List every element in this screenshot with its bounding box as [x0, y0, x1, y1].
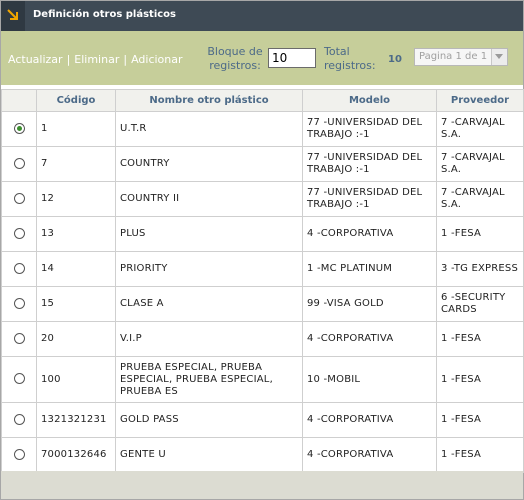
column-header-modelo[interactable]: Modelo — [302, 89, 437, 112]
cell-codigo: 1 — [36, 111, 116, 147]
table-header-row: Código Nombre otro plástico Modelo Prove… — [1, 89, 524, 112]
row-radio[interactable] — [13, 332, 25, 344]
row-radio[interactable] — [13, 122, 25, 134]
block-size-input[interactable]: 10 — [268, 48, 316, 68]
page-select[interactable]: Pagina 1 de 1 — [414, 48, 508, 66]
table-row[interactable]: 1321321231 GOLD PASS 4 -CORPORATIVA 1 -F… — [1, 402, 524, 438]
cell-codigo: 7 — [36, 146, 116, 182]
table-row[interactable]: 7 COUNTRY 77 -UNIVERSIDAD DEL TRABAJO :-… — [1, 146, 524, 182]
row-radio[interactable] — [13, 297, 25, 309]
separator: | — [66, 53, 71, 66]
cell-modelo: 77 -UNIVERSIDAD DEL TRABAJO :-1 — [302, 181, 437, 217]
table-row[interactable]: 7000132646 GENTE U 4 -CORPORATIVA 1 -FES… — [1, 437, 524, 473]
total-records-label-line1: Total — [324, 45, 350, 58]
cell-nombre: PRUEBA ESPECIAL, PRUEBA ESPECIAL, PRUEBA… — [115, 356, 303, 403]
total-records-label: Total registros: — [324, 45, 382, 73]
cell-nombre: GENTE U — [115, 437, 303, 473]
row-radio[interactable] — [13, 262, 25, 274]
table-row[interactable]: 14 PRIORITY 1 -MC PLATINUM 3 -TG EXPRESS — [1, 251, 524, 287]
cell-nombre: CLASE A — [115, 286, 303, 322]
refresh-link[interactable]: Actualizar — [8, 53, 63, 66]
page-select-value: Pagina 1 de 1 — [419, 51, 488, 62]
table-row[interactable]: 13 PLUS 4 -CORPORATIVA 1 -FESA — [1, 216, 524, 252]
window-title: Definición otros plásticos — [33, 9, 176, 20]
cell-modelo: 4 -CORPORATIVA — [302, 437, 437, 473]
cell-nombre: GOLD PASS — [115, 402, 303, 438]
table-row[interactable]: 100 PRUEBA ESPECIAL, PRUEBA ESPECIAL, PR… — [1, 356, 524, 403]
footer-bar — [1, 471, 523, 499]
column-header-proveedor[interactable]: Proveedor — [436, 89, 524, 112]
row-radio[interactable] — [13, 373, 25, 385]
cell-modelo: 4 -CORPORATIVA — [302, 402, 437, 438]
cell-proveedor: 7 -CARVAJAL S.A. — [436, 181, 524, 217]
table-row[interactable]: 12 COUNTRY II 77 -UNIVERSIDAD DEL TRABAJ… — [1, 181, 524, 217]
cell-proveedor: 1 -FESA — [436, 321, 524, 357]
cell-modelo: 99 -VISA GOLD — [302, 286, 437, 322]
row-radio[interactable] — [13, 413, 25, 425]
block-size-label-line2: registros: — [209, 59, 261, 72]
cell-modelo: 1 -MC PLATINUM — [302, 251, 437, 287]
add-link[interactable]: Adicionar — [131, 53, 182, 66]
cell-codigo: 7000132646 — [36, 437, 116, 473]
toolbar: Actualizar | Eliminar | Adicionar Bloque de … — [1, 31, 523, 85]
cell-nombre: COUNTRY II — [115, 181, 303, 217]
cell-proveedor: 7 -CARVAJAL S.A. — [436, 111, 524, 147]
row-radio[interactable] — [13, 192, 25, 204]
column-header-codigo[interactable]: Código — [36, 89, 116, 112]
cell-modelo: 4 -CORPORATIVA — [302, 216, 437, 252]
cell-modelo: 4 -CORPORATIVA — [302, 321, 437, 357]
plastics-table: Código Nombre otro plástico Modelo Prove… — [1, 89, 524, 473]
block-size-label: Bloque de registros: — [207, 45, 263, 73]
action-links: Actualizar | Eliminar | Adicionar — [8, 53, 183, 66]
cell-proveedor: 3 -TG EXPRESS — [436, 251, 524, 287]
cell-modelo: 77 -UNIVERSIDAD DEL TRABAJO :-1 — [302, 111, 437, 147]
cell-codigo: 14 — [36, 251, 116, 287]
delete-link[interactable]: Eliminar — [74, 53, 119, 66]
row-radio[interactable] — [13, 448, 25, 460]
cell-modelo: 10 -MOBIL — [302, 356, 437, 403]
chevron-down-icon[interactable] — [491, 49, 507, 65]
table-row[interactable]: 20 V.I.P 4 -CORPORATIVA 1 -FESA — [1, 321, 524, 357]
cell-codigo: 20 — [36, 321, 116, 357]
arrow-down-right-icon — [1, 1, 25, 31]
cell-nombre: PRIORITY — [115, 251, 303, 287]
row-radio[interactable] — [13, 227, 25, 239]
column-header-nombre[interactable]: Nombre otro plástico — [115, 89, 303, 112]
row-radio[interactable] — [13, 157, 25, 169]
block-size-label-line1: Bloque de — [207, 45, 263, 58]
total-records-label-line2: registros: — [324, 59, 376, 72]
cell-codigo: 12 — [36, 181, 116, 217]
cell-proveedor: 1 -FESA — [436, 216, 524, 252]
cell-nombre: PLUS — [115, 216, 303, 252]
cell-proveedor: 1 -FESA — [436, 356, 524, 403]
cell-modelo: 77 -UNIVERSIDAD DEL TRABAJO :-1 — [302, 146, 437, 182]
table-row[interactable]: 15 CLASE A 99 -VISA GOLD 6 -SECURITY CAR… — [1, 286, 524, 322]
cell-codigo: 1321321231 — [36, 402, 116, 438]
cell-proveedor: 6 -SECURITY CARDS — [436, 286, 524, 322]
cell-codigo: 13 — [36, 216, 116, 252]
separator: | — [123, 53, 128, 66]
cell-nombre: COUNTRY — [115, 146, 303, 182]
cell-nombre: U.T.R — [115, 111, 303, 147]
cell-proveedor: 1 -FESA — [436, 437, 524, 473]
title-bar: Definición otros plásticos — [1, 1, 523, 31]
table-row[interactable]: 1 U.T.R 77 -UNIVERSIDAD DEL TRABAJO :-1 … — [1, 111, 524, 147]
cell-codigo: 15 — [36, 286, 116, 322]
window-frame: Definición otros plásticos Actualizar | El… — [0, 0, 524, 500]
cell-nombre: V.I.P — [115, 321, 303, 357]
cell-proveedor: 1 -FESA — [436, 402, 524, 438]
column-header-select — [1, 89, 37, 112]
cell-proveedor: 7 -CARVAJAL S.A. — [436, 146, 524, 182]
total-records-value: 10 — [388, 54, 402, 65]
cell-codigo: 100 — [36, 356, 116, 403]
